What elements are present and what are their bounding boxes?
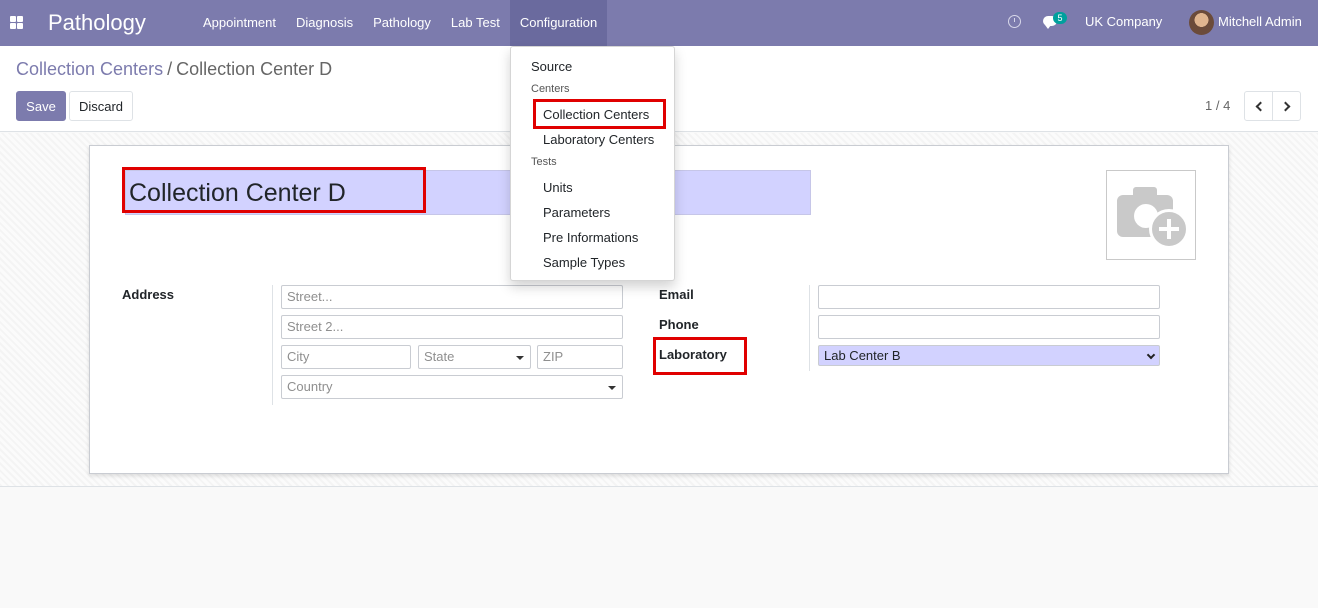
breadcrumb-current: Collection Center D (176, 59, 333, 79)
add-plus-icon (1149, 209, 1189, 249)
laboratory-highlight-box (653, 337, 747, 375)
menu-diagnosis[interactable]: Diagnosis (286, 0, 363, 46)
laboratory-value: Lab Center B (824, 348, 901, 363)
caret-down-icon (516, 356, 524, 360)
chevron-left-icon (1255, 101, 1265, 111)
dropdown-item-pre-informations[interactable]: Pre Informations (543, 230, 706, 245)
zip-input[interactable]: ZIP (537, 345, 623, 369)
street2-input[interactable]: Street 2... (281, 315, 623, 339)
state-select[interactable]: State (418, 345, 531, 369)
user-menu[interactable]: Mitchell Admin (1218, 14, 1302, 29)
laboratory-select[interactable]: Lab Center B (818, 345, 1160, 366)
menu-pathology[interactable]: Pathology (363, 0, 441, 46)
discard-button[interactable]: Discard (69, 91, 133, 121)
breadcrumb-parent-link[interactable]: Collection Centers (16, 59, 163, 79)
menu-appointment[interactable]: Appointment (193, 0, 286, 46)
apps-menu-icon[interactable] (10, 16, 23, 29)
country-select[interactable]: Country (281, 375, 623, 399)
pager-value[interactable]: 1 / 4 (1205, 98, 1230, 113)
image-upload[interactable] (1106, 170, 1196, 260)
configuration-dropdown: Source Centers Collection Centers Labora… (510, 46, 675, 281)
dropdown-header-tests: Tests (531, 156, 557, 168)
dropdown-item-laboratory-centers[interactable]: Laboratory Centers (543, 132, 706, 147)
top-navbar: Pathology Appointment Diagnosis Patholog… (0, 0, 1318, 46)
pager-previous-button[interactable] (1244, 91, 1273, 121)
dropdown-item-units[interactable]: Units (543, 180, 706, 195)
save-button[interactable]: Save (16, 91, 66, 121)
pager-next-button[interactable] (1272, 91, 1301, 121)
dropdown-item-sample-types[interactable]: Sample Types (543, 255, 706, 270)
dropdown-item-parameters[interactable]: Parameters (543, 205, 706, 220)
city-input[interactable]: City (281, 345, 411, 369)
phone-input[interactable] (818, 315, 1160, 339)
menu-configuration[interactable]: Configuration (509, 0, 608, 46)
address-label: Address (122, 287, 175, 302)
main-menu: Appointment Diagnosis Pathology Lab Test… (193, 0, 608, 46)
company-switcher[interactable]: UK Company (1085, 14, 1162, 29)
email-input[interactable] (818, 285, 1160, 309)
chat-count-badge: 5 (1053, 12, 1067, 24)
menu-lab-test[interactable]: Lab Test (441, 0, 510, 46)
collection-centers-highlight-box (533, 99, 666, 129)
contact-separator (809, 285, 810, 371)
street-input[interactable]: Street... (281, 285, 623, 309)
caret-down-icon (608, 386, 616, 390)
address-separator (272, 285, 273, 405)
breadcrumb: Collection Centers / Collection Center D (16, 59, 332, 80)
state-placeholder: State (424, 349, 455, 364)
app-brand[interactable]: Pathology (48, 10, 146, 36)
user-avatar[interactable] (1189, 10, 1214, 35)
dropdown-header-centers: Centers (531, 83, 570, 95)
breadcrumb-separator: / (167, 59, 173, 79)
chevron-right-icon (1280, 101, 1290, 111)
country-placeholder: Country (287, 379, 333, 394)
email-label: Email (659, 287, 694, 302)
name-highlight-box (122, 167, 426, 213)
phone-label: Phone (659, 317, 699, 332)
activity-clock-icon[interactable] (1008, 15, 1021, 28)
dropdown-item-source[interactable]: Source (531, 59, 694, 74)
chevron-down-icon (1146, 350, 1156, 360)
